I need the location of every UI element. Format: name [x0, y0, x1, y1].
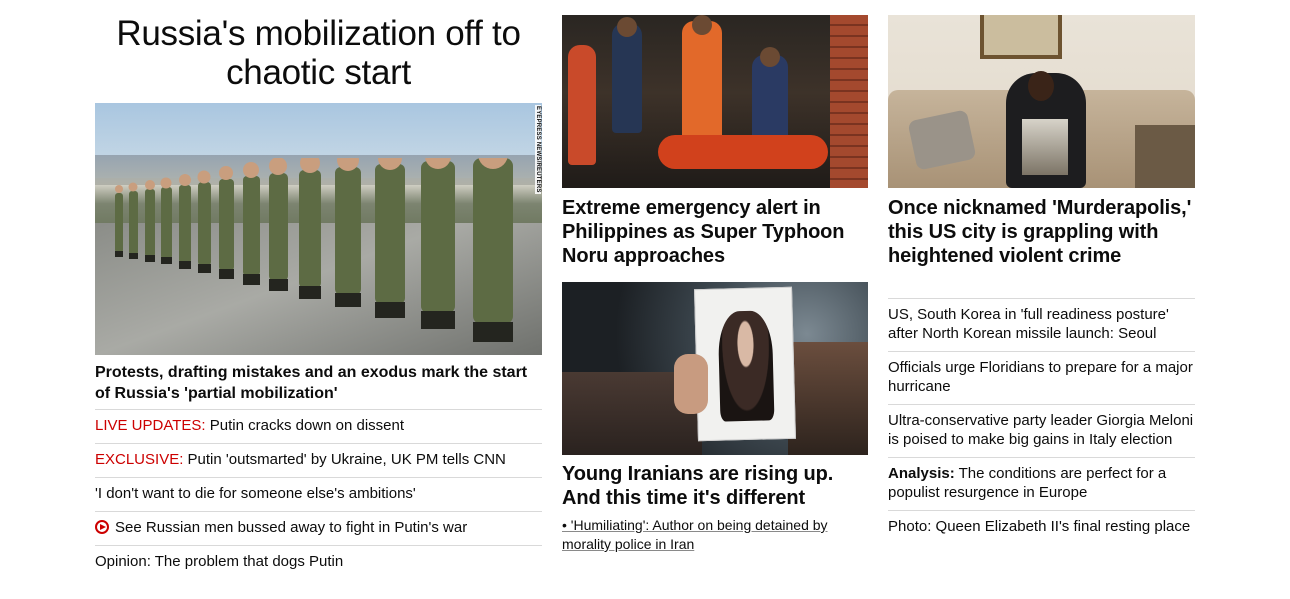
related-link-video[interactable]: See Russian men bussed away to fight in … [95, 511, 542, 545]
play-icon [95, 520, 109, 534]
related-link-opinion[interactable]: Opinion: The problem that dogs Putin [95, 545, 542, 579]
rescuer-head [617, 17, 637, 37]
link-korea-missile[interactable]: US, South Korea in 'full readiness postu… [888, 298, 1195, 351]
link-text: Officials urge Floridians to prepare for… [888, 359, 1193, 395]
link-analysis-populism[interactable]: Analysis: The conditions are perfect for… [888, 457, 1195, 510]
minneapolis-story-image[interactable] [888, 15, 1195, 188]
link-italy-election[interactable]: Ultra-conservative party leader Giorgia … [888, 404, 1195, 457]
live-updates-kicker: LIVE UPDATES: [95, 417, 206, 434]
person-head [1028, 71, 1054, 101]
portrait-figure [717, 310, 775, 422]
minneapolis-story-headline[interactable]: Once nicknamed 'Murderapolis,' this US c… [888, 196, 1195, 268]
image-credit: EYEPRESS NEWS/REUTERS [535, 105, 541, 194]
crowd-figure [788, 342, 868, 455]
related-link-text: See Russian men bussed away to fight in … [115, 519, 468, 536]
rescuer-figure [612, 23, 642, 133]
right-column-links: US, South Korea in 'full readiness postu… [888, 298, 1195, 544]
rescuer-figure [568, 45, 596, 165]
iran-story-image[interactable] [562, 282, 868, 455]
typhoon-story-image[interactable] [562, 15, 868, 188]
lead-story-image[interactable]: EYEPRESS NEWS/REUTERS [95, 103, 542, 355]
link-text: Ultra-conservative party leader Giorgia … [888, 412, 1194, 448]
rescuer-head [692, 15, 712, 35]
rescuer-figure [682, 21, 722, 141]
side-table [1135, 125, 1195, 188]
wall-picture-frame [980, 15, 1062, 59]
link-queen-resting-place[interactable]: Photo: Queen Elizabeth II's final restin… [888, 510, 1195, 544]
soldiers-illustration [115, 158, 513, 342]
lead-story-caption[interactable]: Protests, drafting mistakes and an exodu… [95, 362, 542, 404]
lead-related-links: LIVE UPDATES: Putin cracks down on disse… [95, 409, 542, 579]
related-link-exclusive[interactable]: EXCLUSIVE: Putin 'outsmarted' by Ukraine… [95, 443, 542, 477]
related-link-text: Putin 'outsmarted' by Ukraine, UK PM tel… [183, 451, 506, 468]
typhoon-story-headline[interactable]: Extreme emergency alert in Philippines a… [562, 196, 868, 268]
held-magazine [1022, 119, 1068, 175]
held-portrait [694, 286, 796, 442]
lead-story-column: Russia's mobilization off to chaotic sta… [95, 10, 542, 570]
rescuer-head [760, 47, 780, 67]
exclusive-kicker: EXCLUSIVE: [95, 451, 184, 468]
analysis-label: Analysis: [888, 465, 955, 482]
hand-holding-portrait [674, 354, 708, 414]
lead-headline[interactable]: Russia's mobilization off to chaotic sta… [95, 14, 542, 92]
iran-related-link[interactable]: • 'Humiliating': Author on being detaine… [562, 516, 868, 554]
link-text: US, South Korea in 'full readiness postu… [888, 306, 1169, 342]
related-link-text: Putin cracks down on dissent [205, 417, 405, 434]
link-florida-hurricane[interactable]: Officials urge Floridians to prepare for… [888, 351, 1195, 404]
related-link-live-updates[interactable]: LIVE UPDATES: Putin cracks down on disse… [95, 409, 542, 443]
link-text: Photo: Queen Elizabeth II's final restin… [888, 518, 1191, 535]
right-column: Once nicknamed 'Murderapolis,' this US c… [888, 15, 1195, 535]
related-link-text: 'I don't want to die for someone else's … [95, 485, 416, 502]
rescue-boat [658, 135, 828, 169]
middle-column: Extreme emergency alert in Philippines a… [562, 15, 868, 552]
related-link-quote[interactable]: 'I don't want to die for someone else's … [95, 477, 542, 511]
iran-story-headline[interactable]: Young Iranians are rising up. And this t… [562, 462, 868, 510]
brick-wall [830, 15, 868, 188]
related-link-text: Opinion: The problem that dogs Putin [95, 553, 344, 570]
